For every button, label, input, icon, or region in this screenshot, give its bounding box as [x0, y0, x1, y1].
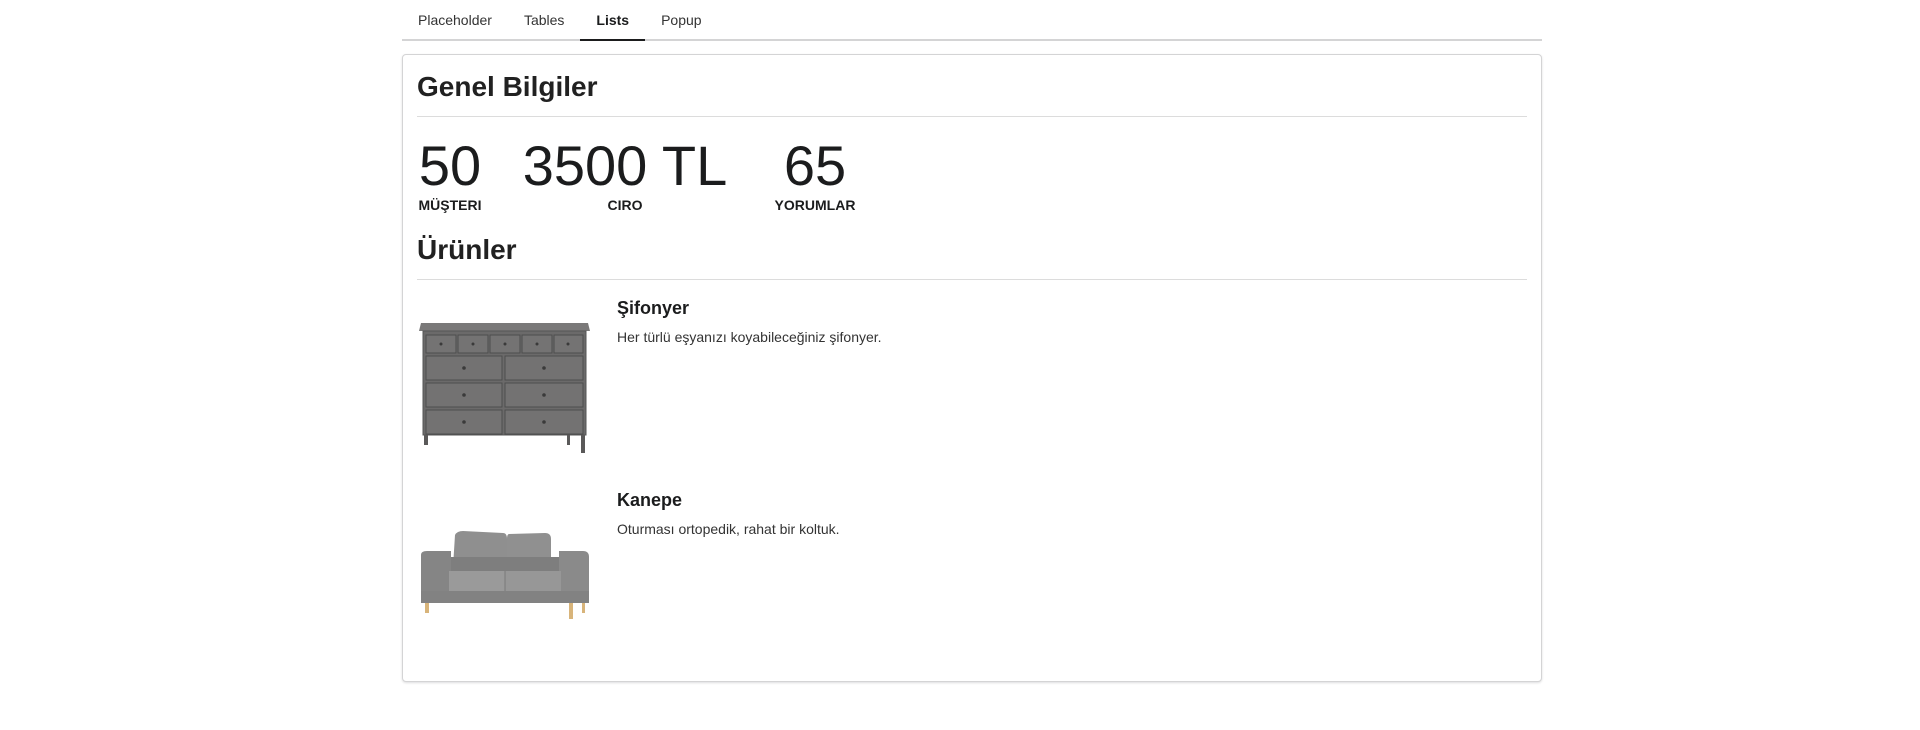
- general-info-header: Genel Bilgiler: [417, 70, 1527, 117]
- item-title: Kanepe: [617, 490, 683, 510]
- tab-lists[interactable]: Lists: [580, 2, 645, 41]
- page-container: Placeholder Tables Lists Popup Genel Bil…: [402, 0, 1542, 682]
- statistic-reviews: 65 YORUMLAR: [773, 134, 857, 214]
- tab-placeholder[interactable]: Placeholder: [402, 2, 508, 39]
- item-content: Kanepe Oturması ortopedik, rahat bir kol…: [617, 489, 840, 538]
- list-item: Kanepe Oturması ortopedik, rahat bir kol…: [417, 487, 1517, 662]
- item-title: Şifonyer: [617, 298, 690, 318]
- statistic-value: 3500 TL: [522, 134, 728, 197]
- sofa-icon: [417, 487, 592, 662]
- statistic-label: CIRO: [607, 197, 643, 213]
- item-content: Şifonyer Her türlü eşyanızı koyabileceği…: [617, 297, 882, 346]
- tab-menu: Placeholder Tables Lists Popup: [402, 0, 1542, 41]
- statistic-revenue: 3500 TL CIRO: [521, 134, 729, 214]
- statistic-value: 50: [418, 134, 482, 197]
- tab-tables[interactable]: Tables: [508, 2, 580, 39]
- products-header: Ürünler: [417, 233, 1527, 280]
- statistic-customers: 50 MÜŞTERI: [417, 134, 483, 214]
- statistic-value: 65: [783, 134, 847, 197]
- list-item: Şifonyer Her türlü eşyanızı koyabileceği…: [417, 295, 1517, 470]
- tab-popup[interactable]: Popup: [645, 2, 717, 39]
- statistic-label: MÜŞTERI: [418, 197, 482, 213]
- item-description: Her türlü eşyanızı koyabileceğiniz şifon…: [617, 329, 882, 345]
- content-segment: Genel Bilgiler 50 MÜŞTERI 3500 TL CIRO 6…: [402, 54, 1542, 682]
- dresser-icon: [417, 295, 592, 470]
- item-description: Oturması ortopedik, rahat bir koltuk.: [617, 521, 840, 537]
- statistic-label: YORUMLAR: [774, 197, 856, 213]
